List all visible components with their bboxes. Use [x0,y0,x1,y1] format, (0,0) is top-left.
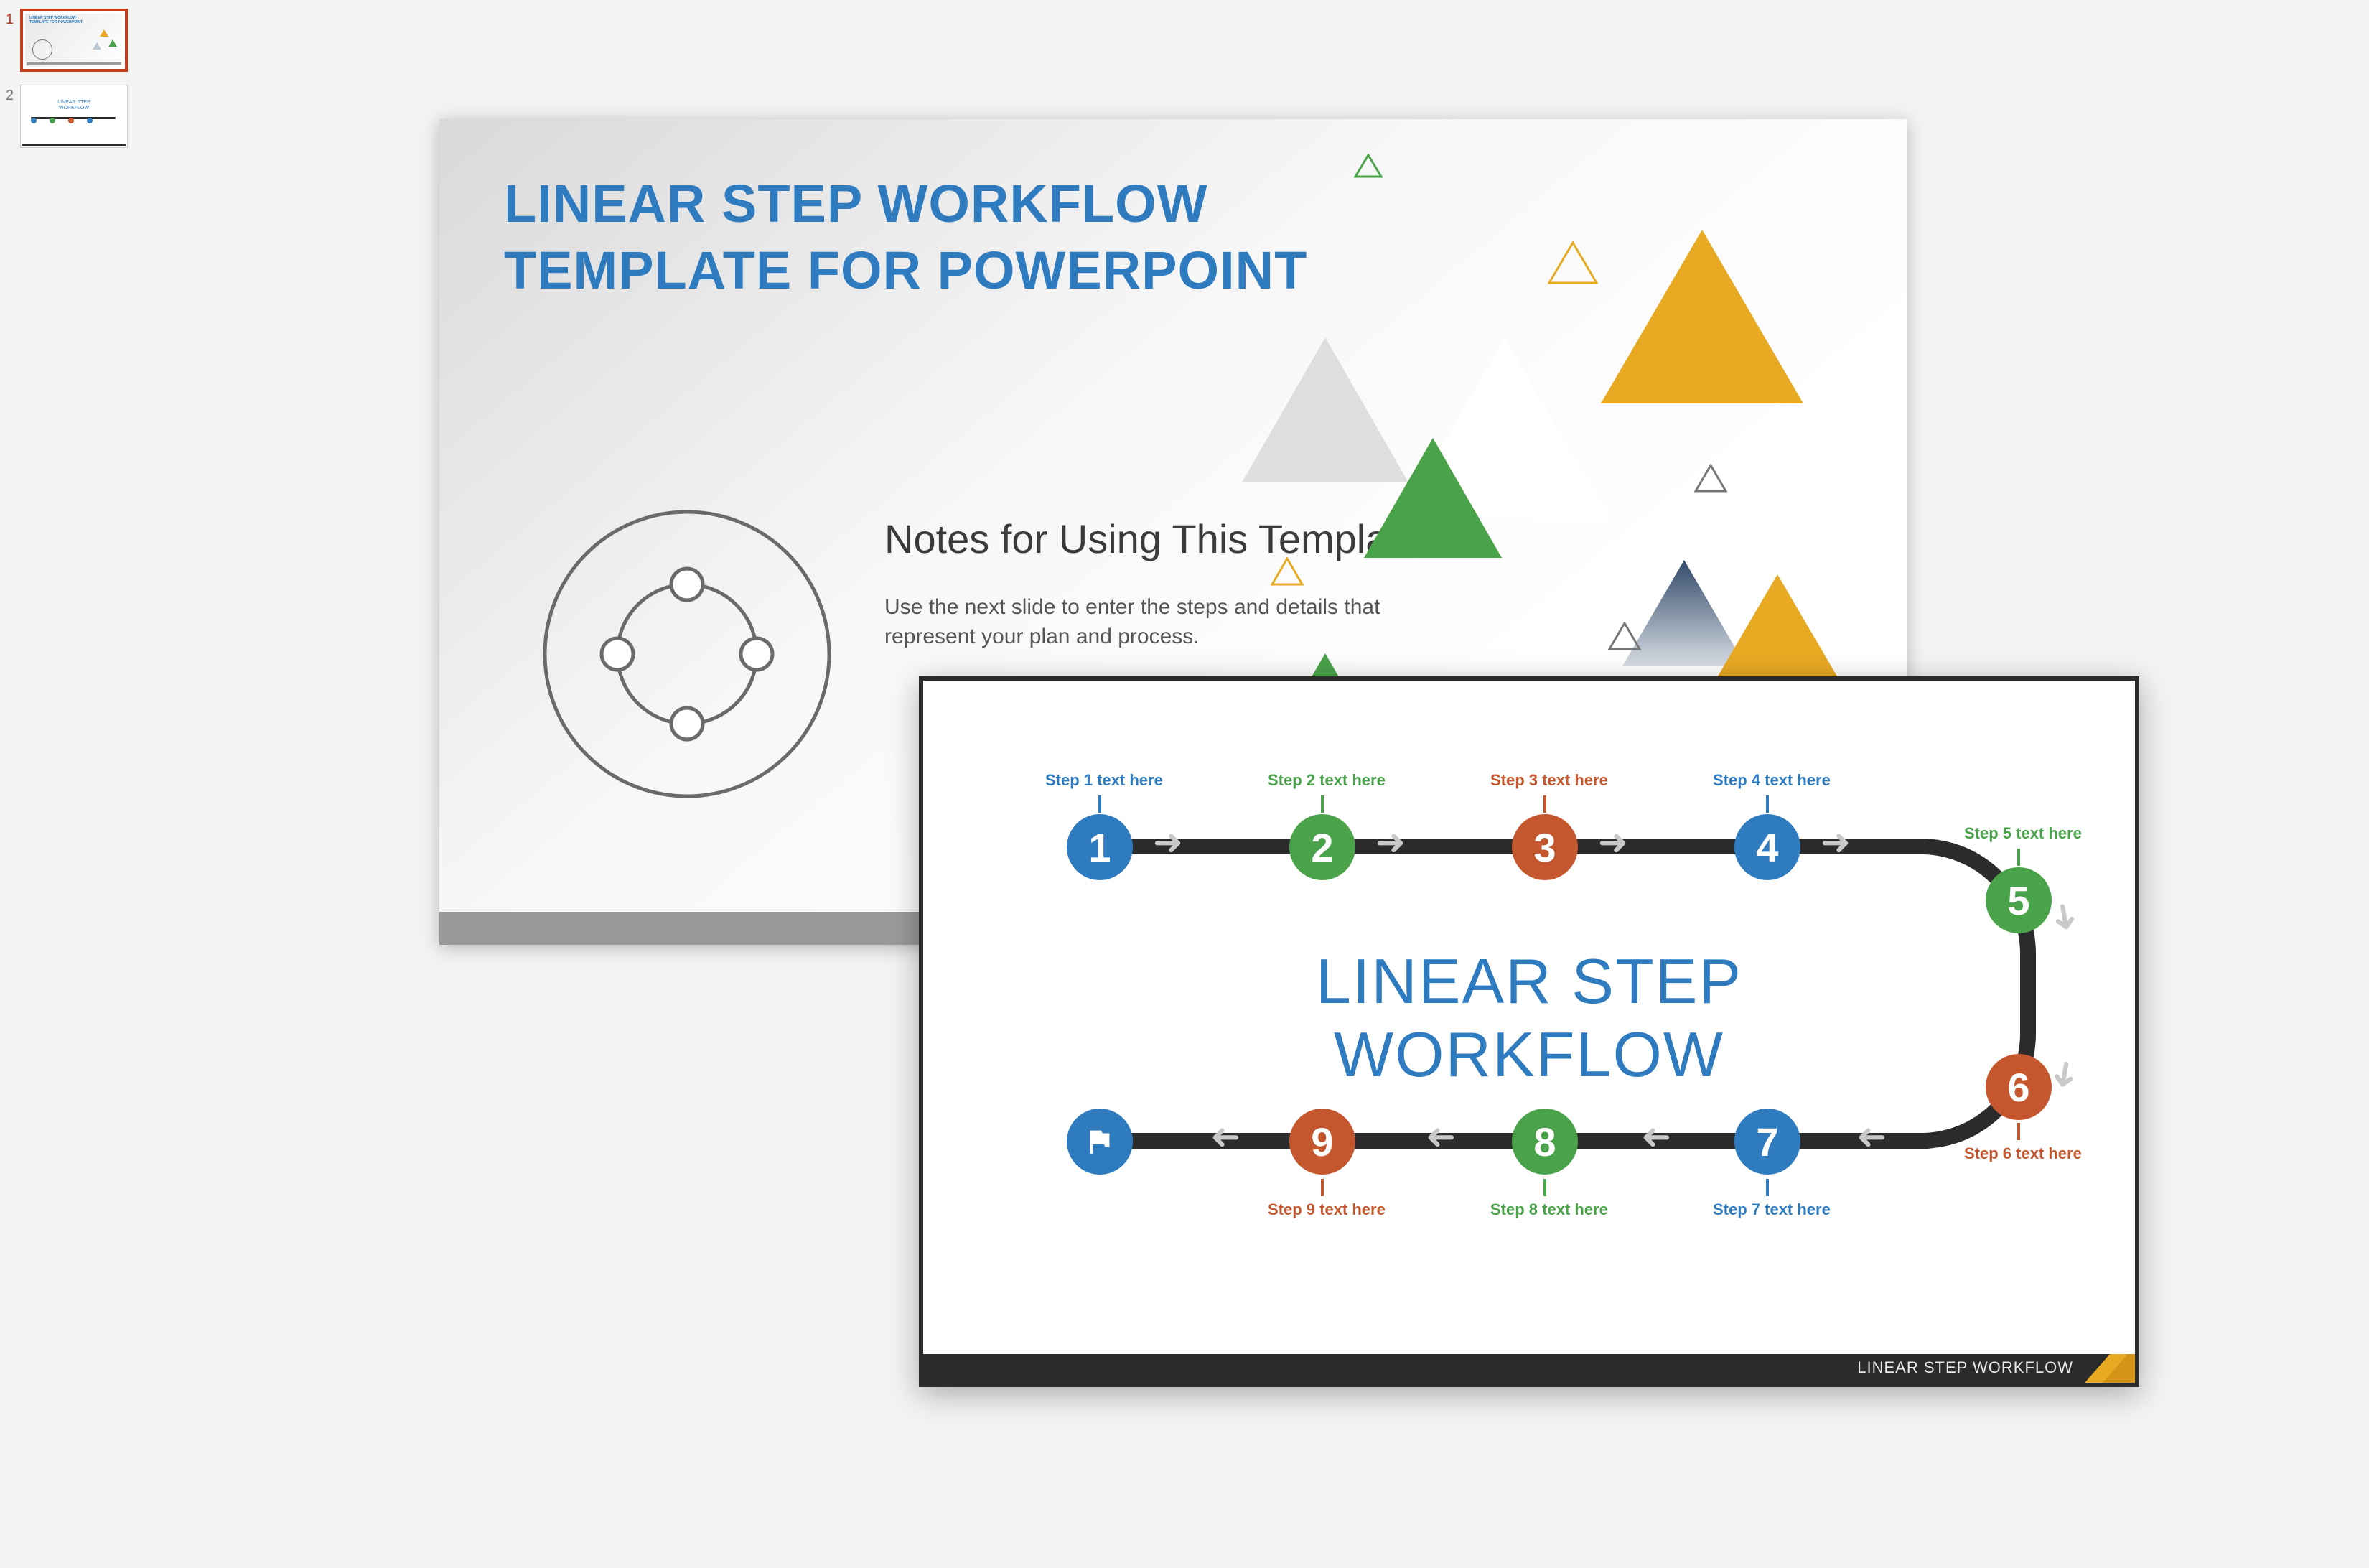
step-node-5[interactable]: 5 [1986,867,2052,933]
step-tick [1321,1179,1324,1196]
step-label-9[interactable]: Step 9 text here [1268,1200,1386,1219]
thumbnail-slide-2[interactable]: 2 LINEAR STEPWORKFLOW [6,85,167,148]
step-label-3[interactable]: Step 3 text here [1490,771,1608,790]
step-label-1[interactable]: Step 1 text here [1045,771,1163,790]
step-label-6[interactable]: Step 6 text here [1964,1144,2082,1163]
step-tick [1766,795,1769,813]
step-node-9[interactable]: 9 [1289,1109,1355,1175]
thumbnail-slide-1[interactable]: 1 LINEAR STEP WORKFLOWTEMPLATE FOR POWER… [6,9,167,72]
step-node-8[interactable]: 8 [1512,1109,1578,1175]
triangle-decoration [1271,557,1304,586]
thumbnail-preview: LINEAR STEPWORKFLOW [20,85,128,148]
triangle-decoration [1598,227,1806,406]
title-line-1: LINEAR STEP WORKFLOW [504,174,1208,233]
step-tick [1321,795,1324,813]
arrow-left-icon: ➜ [1426,1116,1456,1157]
cycle-icon[interactable] [540,507,834,801]
step-label-4[interactable]: Step 4 text here [1713,771,1831,790]
slide-canvas-overlay[interactable]: ➜ ➜ ➜ ➜ ➜ ➜ ➜ ➜ ➜ ➜ 1 2 3 4 5 6 7 8 9 St… [919,676,2139,1387]
arrow-left-icon: ➜ [1641,1116,1671,1157]
thumbnail-number: 2 [6,85,20,104]
overlay-footer: LINEAR STEP WORKFLOW [923,1354,2135,1383]
overlay-footer-text: LINEAR STEP WORKFLOW [1857,1358,2073,1377]
arrow-left-icon: ➜ [1856,1116,1887,1157]
step-label-7[interactable]: Step 7 text here [1713,1200,1831,1219]
step-label-8[interactable]: Step 8 text here [1490,1200,1608,1219]
arrow-right-icon: ➜ [1153,821,1183,863]
thumbnail-number: 1 [6,9,20,28]
step-tick [2017,849,2020,866]
notes-heading[interactable]: Notes for Using This Template [884,515,1421,562]
overlay-center-title[interactable]: LINEAR STEP WORKFLOW [1316,945,1742,1090]
arrow-right-icon: ➜ [1375,821,1406,863]
step-tick [1543,795,1546,813]
notes-body[interactable]: Use the next slide to enter the steps an… [884,593,1473,651]
step-tick [1766,1179,1769,1196]
step-label-2[interactable]: Step 2 text here [1268,771,1386,790]
step-tick [1098,795,1101,813]
thumbnail-preview: LINEAR STEP WORKFLOWTEMPLATE FOR POWERPO… [20,9,128,72]
step-tick [2017,1123,2020,1140]
flag-icon [1083,1125,1116,1158]
overlay-footer-accent [2085,1354,2135,1383]
step-node-2[interactable]: 2 [1289,814,1355,880]
step-node-7[interactable]: 7 [1734,1109,1800,1175]
step-tick [1543,1179,1546,1196]
flag-end-node[interactable] [1067,1109,1133,1175]
triangle-decoration [1354,154,1383,178]
step-node-1[interactable]: 1 [1067,814,1133,880]
thumbnail-panel: 1 LINEAR STEP WORKFLOWTEMPLATE FOR POWER… [0,0,172,1568]
triangle-decoration [1608,622,1641,650]
triangle-decoration [1361,435,1505,561]
title-line-2: TEMPLATE FOR POWERPOINT [504,241,1307,300]
step-node-6[interactable]: 6 [1986,1054,2052,1120]
arrow-right-icon: ➜ [1598,821,1628,863]
slide-title[interactable]: LINEAR STEP WORKFLOW TEMPLATE FOR POWERP… [504,171,1307,304]
step-label-5[interactable]: Step 5 text here [1964,824,2082,843]
workflow-track [1081,839,1935,854]
workflow-track [1081,1133,1935,1149]
arrow-right-icon: ➜ [1821,821,1851,863]
triangle-decoration [1694,464,1727,493]
step-node-4[interactable]: 4 [1734,814,1800,880]
arrow-left-icon: ➜ [1210,1116,1240,1157]
step-node-3[interactable]: 3 [1512,814,1578,880]
triangle-decoration [1548,241,1598,284]
